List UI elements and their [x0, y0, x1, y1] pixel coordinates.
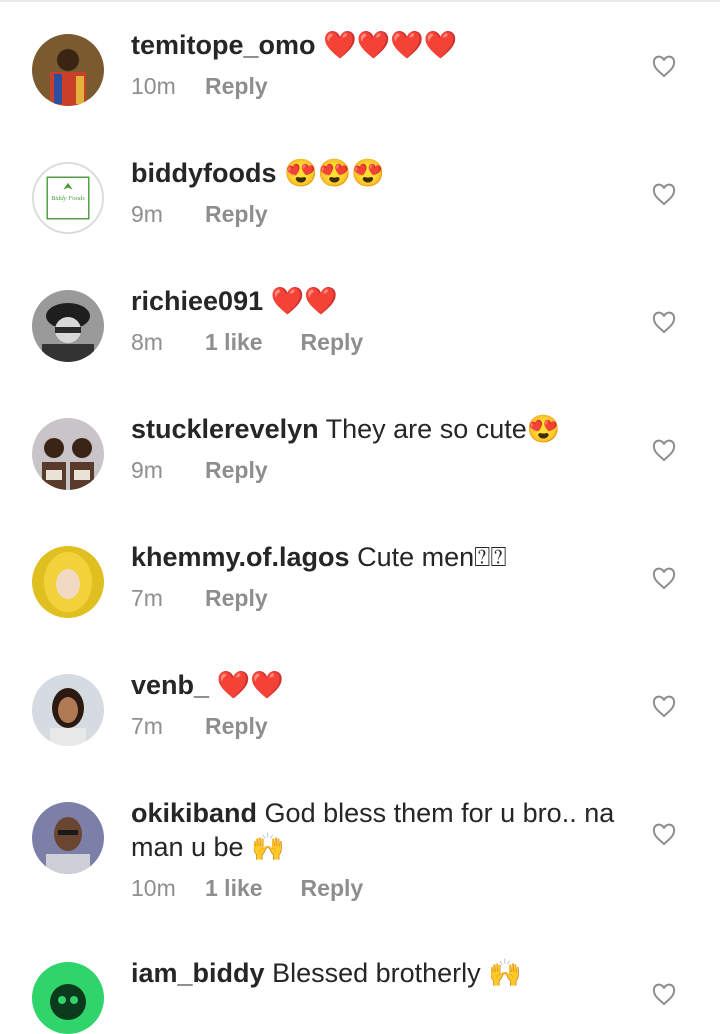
- comment-time: 7m: [131, 713, 163, 739]
- comment-username[interactable]: biddyfoods: [131, 158, 276, 188]
- comment-username[interactable]: khemmy.of.lagos: [131, 542, 350, 572]
- reply-button[interactable]: Reply: [205, 201, 268, 228]
- heart-outline-icon[interactable]: [652, 183, 676, 207]
- likes-count[interactable]: 1 like: [205, 875, 263, 902]
- comment-text: Cute men⍰⍰: [357, 542, 507, 572]
- comment-username[interactable]: iam_biddy: [131, 958, 265, 988]
- avatar[interactable]: [32, 34, 104, 106]
- comment-text: ❤️❤️: [270, 286, 338, 316]
- comment-username[interactable]: richiee091: [131, 286, 263, 316]
- avatar[interactable]: [32, 290, 104, 362]
- reply-button[interactable]: Reply: [205, 73, 268, 100]
- heart-outline-icon[interactable]: [652, 823, 676, 847]
- reply-button[interactable]: Reply: [301, 875, 364, 902]
- comment-time: 9m: [131, 201, 163, 227]
- comment-username[interactable]: temitope_omo: [131, 30, 316, 60]
- heart-outline-icon[interactable]: [652, 439, 676, 463]
- reply-button[interactable]: Reply: [205, 713, 268, 740]
- avatar-logo-text: Biddy Foods: [51, 195, 85, 202]
- comments-list: temitope_omo ❤️❤️❤️❤️ 10m Reply Biddy Foo…: [0, 0, 720, 1034]
- reply-button[interactable]: Reply: [205, 457, 268, 484]
- comment-time: 8m: [131, 329, 163, 355]
- heart-outline-icon[interactable]: [652, 567, 676, 591]
- avatar[interactable]: [32, 962, 104, 1034]
- comment-time: 9m: [131, 457, 163, 483]
- avatar[interactable]: [32, 418, 104, 490]
- heart-outline-icon[interactable]: [652, 311, 676, 335]
- heart-outline-icon[interactable]: [652, 983, 676, 1007]
- reply-button[interactable]: Reply: [301, 329, 364, 356]
- comment-text: Blessed brotherly 🙌: [272, 958, 522, 988]
- avatar[interactable]: Biddy Foods: [32, 162, 104, 234]
- heart-outline-icon[interactable]: [652, 55, 676, 79]
- heart-outline-icon[interactable]: [652, 695, 676, 719]
- reply-button[interactable]: Reply: [205, 585, 268, 612]
- comment-time: 10m: [131, 875, 176, 901]
- avatar[interactable]: [32, 802, 104, 874]
- avatar[interactable]: [32, 674, 104, 746]
- comment-username[interactable]: okikiband: [131, 798, 257, 828]
- comment-username[interactable]: venb_: [131, 670, 209, 700]
- likes-count[interactable]: 1 like: [205, 329, 263, 356]
- comment-username[interactable]: stucklerevelyn: [131, 414, 319, 444]
- comment-text: They are so cute😍: [325, 414, 561, 444]
- avatar[interactable]: [32, 546, 104, 618]
- comment-time: 10m: [131, 73, 176, 99]
- comment-text: 😍😍😍: [284, 158, 385, 188]
- comment-text: ❤️❤️: [216, 670, 284, 700]
- comment-text: ❤️❤️❤️❤️: [323, 30, 458, 60]
- comment-time: 7m: [131, 585, 163, 611]
